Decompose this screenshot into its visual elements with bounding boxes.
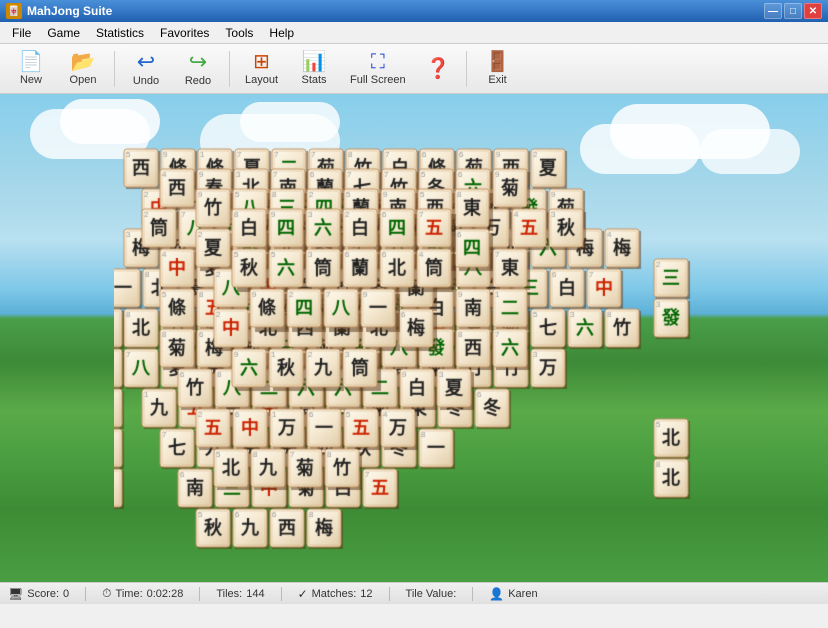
help-button[interactable]: ❓ — [417, 47, 460, 91]
status-sep-1 — [85, 587, 86, 601]
matches-value: 12 — [360, 588, 372, 600]
redo-label: Redo — [185, 75, 211, 87]
score-label: Score: — [27, 588, 59, 600]
new-label: New — [20, 74, 42, 86]
separator-3 — [466, 51, 467, 87]
new-button[interactable]: 📄 New — [6, 47, 56, 91]
time-icon: ⏱ — [102, 586, 111, 601]
status-sep-4 — [389, 587, 390, 601]
menu-file[interactable]: File — [4, 24, 39, 42]
redo-icon: ↪ — [189, 51, 207, 73]
title-bar: 🀄 MahJong Suite — □ ✕ — [0, 0, 828, 22]
open-icon: 📂 — [71, 52, 96, 72]
tiles-item: Tiles: 144 — [216, 588, 264, 600]
tilevalue-item: Tile Value: — [406, 588, 457, 600]
stats-icon: 📊 — [302, 52, 327, 72]
undo-icon: ↩ — [137, 51, 155, 73]
layout-icon: ⊞ — [253, 52, 270, 72]
menu-bar: File Game Statistics Favorites Tools Hel… — [0, 22, 828, 44]
help-icon: ❓ — [426, 59, 451, 79]
time-label: Time: — [116, 588, 143, 600]
time-value: 0:02:28 — [147, 588, 184, 600]
user-icon: 👤 — [489, 587, 504, 601]
time-item: ⏱ Time: 0:02:28 — [102, 586, 183, 601]
undo-button[interactable]: ↩ Undo — [121, 47, 171, 91]
title-controls: — □ ✕ — [764, 3, 822, 19]
status-sep-5 — [472, 587, 473, 601]
exit-label: Exit — [488, 74, 506, 86]
tile-canvas[interactable] — [114, 99, 714, 569]
new-icon: 📄 — [19, 52, 44, 72]
menu-favorites[interactable]: Favorites — [152, 24, 217, 42]
fullscreen-button[interactable]: ⛶ Full Screen — [341, 47, 415, 91]
stats-button[interactable]: 📊 Stats — [289, 47, 339, 91]
user-label: Karen — [508, 588, 537, 600]
menu-help[interactable]: Help — [261, 24, 302, 42]
exit-button[interactable]: 🚪 Exit — [473, 47, 523, 91]
app-icon: 🀄 — [6, 3, 22, 19]
toolbar: 📄 New 📂 Open ↩ Undo ↪ Redo ⊞ Layout 📊 St… — [0, 44, 828, 94]
layout-button[interactable]: ⊞ Layout — [236, 47, 287, 91]
menu-tools[interactable]: Tools — [217, 24, 261, 42]
matches-label: Matches: — [312, 588, 357, 600]
status-sep-2 — [199, 587, 200, 601]
minimize-button[interactable]: — — [764, 3, 782, 19]
layout-label: Layout — [245, 74, 278, 86]
score-item: 🖥 Score: 0 — [8, 587, 69, 601]
exit-icon: 🚪 — [485, 52, 510, 72]
open-label: Open — [70, 74, 97, 86]
cloud-7 — [700, 129, 800, 174]
tiles-value: 144 — [246, 588, 264, 600]
fullscreen-label: Full Screen — [350, 74, 406, 86]
score-icon: 🖥 — [8, 587, 23, 601]
fullscreen-icon: ⛶ — [371, 52, 385, 72]
matches-item: ✓ Matches: 12 — [298, 587, 373, 601]
user-item: 👤 Karen — [489, 587, 537, 601]
status-bar: 🖥 Score: 0 ⏱ Time: 0:02:28 Tiles: 144 ✓ … — [0, 582, 828, 604]
redo-button[interactable]: ↪ Redo — [173, 47, 223, 91]
score-value: 0 — [63, 588, 69, 600]
window-title: MahJong Suite — [27, 4, 112, 18]
separator-2 — [229, 51, 230, 87]
status-sep-3 — [281, 587, 282, 601]
menu-game[interactable]: Game — [39, 24, 88, 42]
matches-icon: ✓ — [298, 587, 308, 601]
mahjong-board — [114, 99, 714, 569]
open-button[interactable]: 📂 Open — [58, 47, 108, 91]
undo-label: Undo — [133, 75, 159, 87]
close-button[interactable]: ✕ — [804, 3, 822, 19]
game-area — [0, 94, 828, 582]
tilevalue-label: Tile Value: — [406, 588, 457, 600]
menu-statistics[interactable]: Statistics — [88, 24, 152, 42]
tiles-label: Tiles: — [216, 588, 242, 600]
stats-label: Stats — [301, 74, 326, 86]
maximize-button[interactable]: □ — [784, 3, 802, 19]
separator-1 — [114, 51, 115, 87]
